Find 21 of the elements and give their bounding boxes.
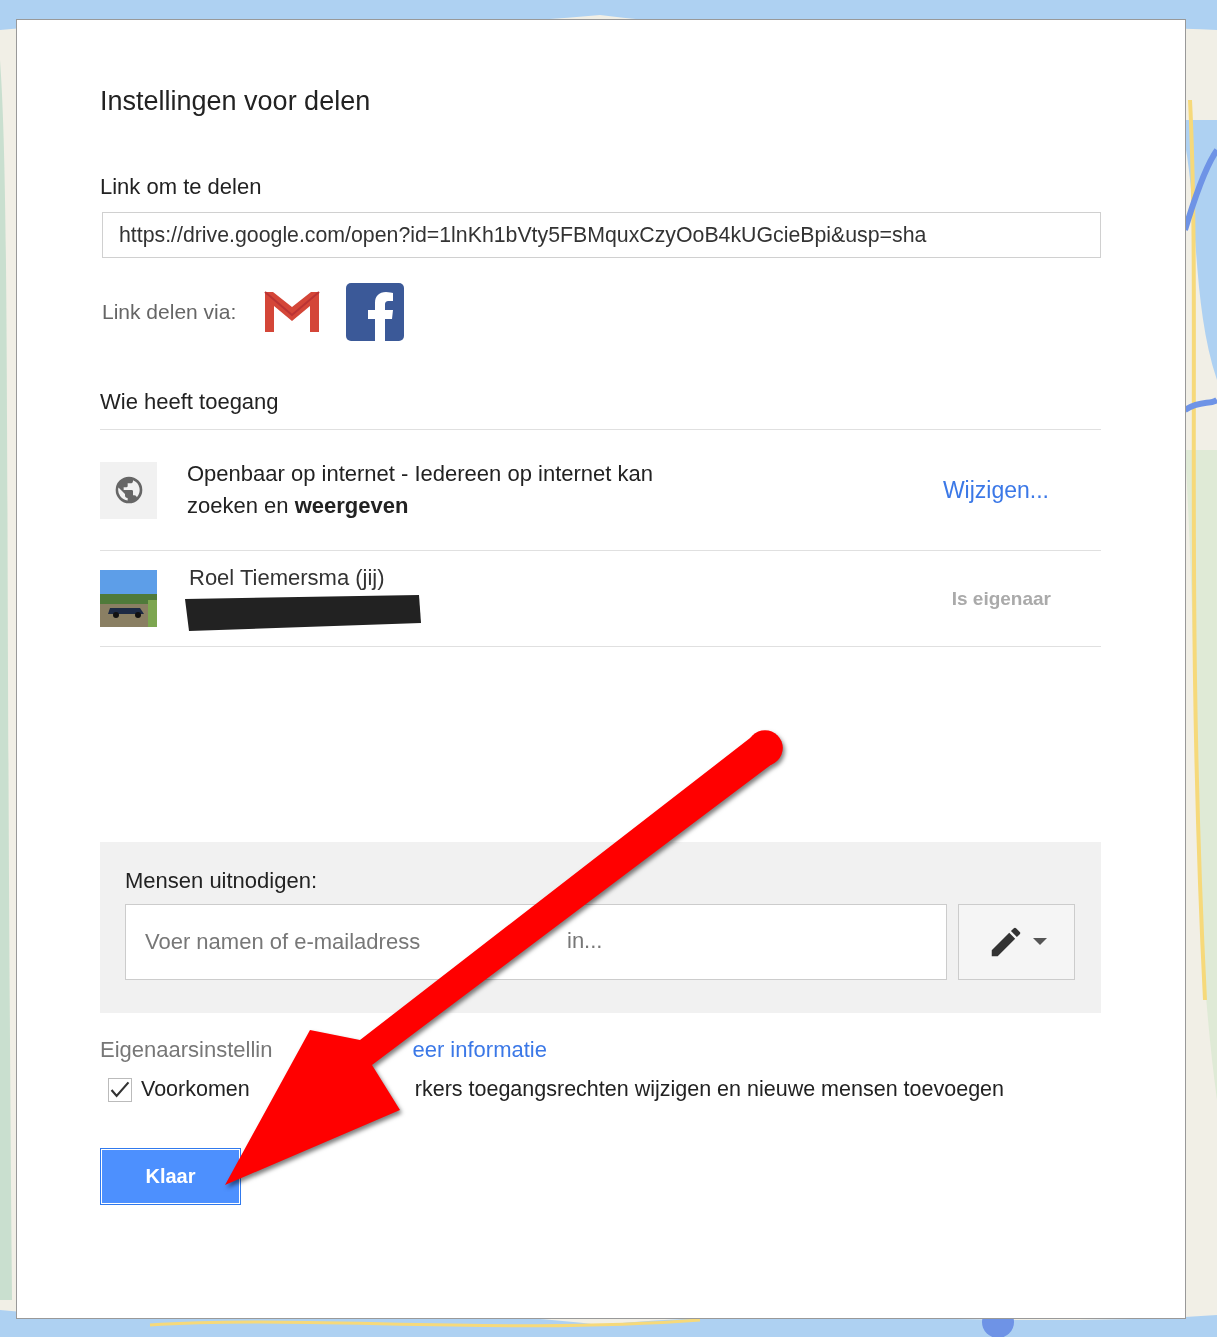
change-link[interactable]: Wijzigen... (942, 476, 1049, 504)
more-info-link[interactable]: eer informatie (412, 1037, 547, 1063)
link-label: Link om te delen (100, 174, 263, 200)
owner-settings-label: Eigenaarsinstellin (100, 1037, 273, 1063)
link-field[interactable]: https://drive.google.com/open?id=1lnKh1bVty5FBMquxCzyOoB4kUGcieBpi&usp=sha (102, 212, 1101, 258)
invite-label: Mensen uitnodigen: (125, 868, 319, 894)
globe-icon (100, 461, 157, 519)
access-heading: Wie heeft toegang (100, 389, 1101, 430)
option-label: rkers toegangsrechten wijzigen en nieuwe mensen toevoegen (414, 1077, 1004, 1102)
option-label: Voorkomen (141, 1077, 250, 1102)
permission-dropdown[interactable] (958, 904, 1075, 980)
checkbox[interactable] (108, 1077, 132, 1102)
dialog-title: Instellingen voor delen (100, 86, 372, 118)
placeholder-text: in... (567, 928, 603, 954)
share-via-label: Link delen via: (102, 300, 237, 324)
access-description: Openbaar op internet - Iedereen op internet kan zoeken en weergeven (187, 460, 654, 520)
person-name: Roel Tiemersma (jij) (189, 564, 386, 591)
caret-icon (1032, 938, 1047, 946)
facebook-icon[interactable] (346, 283, 405, 341)
role-label: Is eigenaar (951, 587, 1051, 610)
done-button[interactable]: Klaar (100, 1148, 241, 1205)
